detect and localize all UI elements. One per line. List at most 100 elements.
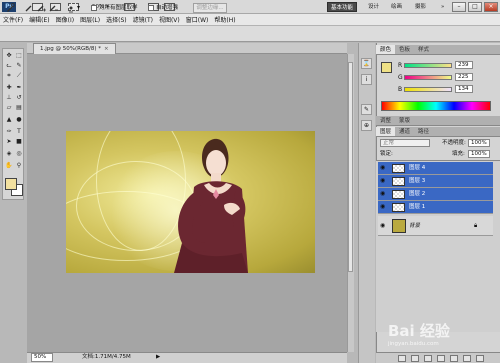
scrollbar-thumb[interactable] [348,62,353,272]
document-size-info: 文档:1.71M/4.75M [82,354,131,360]
menu-view[interactable]: 视图(V) [159,15,180,24]
layer-row[interactable]: ◉ 图层 1 [378,201,493,214]
blend-mode-select[interactable]: 正常 [380,139,430,147]
type-icon[interactable]: T [14,128,24,136]
blue-value-input[interactable]: 134 [455,85,473,93]
eraser-icon[interactable]: ▱ [4,104,14,112]
hand-icon[interactable]: ✋ [4,162,14,170]
3d-camera-icon[interactable]: ◎ [14,150,24,158]
subtract-from-selection-icon[interactable] [48,3,58,13]
fill-input[interactable]: 100% [468,150,490,158]
green-slider[interactable] [404,75,452,80]
history-brush-icon[interactable]: ↺ [14,94,24,102]
brush-icon[interactable]: ✒ [14,84,24,92]
layer-row[interactable]: ◉ 图层 2 [378,188,493,201]
status-bar [27,352,347,363]
move-icon[interactable]: ✥ [4,52,14,60]
layer-thumbnail [392,177,405,186]
status-menu-arrow-icon[interactable]: ▶ [156,353,160,362]
3d-icon[interactable]: ◈ [4,150,14,158]
stamp-icon[interactable]: ⊥ [4,94,14,102]
add-to-selection-icon[interactable] [36,3,46,13]
brush-size-icon[interactable] [66,3,76,13]
marquee-icon[interactable]: ⬚ [14,52,24,60]
zoom-input[interactable]: 50% [31,353,53,362]
blur-icon[interactable]: ▲ [4,116,14,124]
menu-bar: 文件(F) 编辑(E) 图像(I) 图层(L) 选择(S) 滤镜(T) 视图(V… [0,14,500,26]
baidu-watermark: Bai 经验 jingyan.baidu.com [388,320,498,358]
layer-name: 图层 1 [409,204,426,210]
healing-icon[interactable]: ✚ [4,84,14,92]
pen-icon[interactable]: ✑ [4,128,14,136]
options-bar [0,26,500,42]
close-tab-icon[interactable]: × [104,46,109,52]
color-spectrum-bar[interactable] [381,101,491,111]
brush-picker-caret-icon[interactable]: ▾ [77,3,87,13]
quick-select-icon[interactable]: ✎ [14,62,24,70]
eye-icon[interactable]: ◉ [380,191,387,197]
menu-image[interactable]: 图像(I) [56,15,74,24]
info-panel-icon[interactable]: i [361,74,372,85]
lock-label: 锁定: [380,151,393,157]
opacity-input[interactable]: 100% [468,139,490,147]
image-canvas[interactable] [66,131,315,273]
workspace-design-button[interactable]: 设计 [365,2,382,12]
new-selection-icon[interactable] [24,3,34,13]
opacity-label: 不透明度: [442,140,466,146]
tab-channels[interactable]: 通道 [395,127,414,136]
path-select-icon[interactable]: ➤ [4,138,14,146]
auto-enhance-label: 自动增强 [156,5,179,11]
tab-adjustments[interactable]: 调整 [376,116,395,125]
eyedropper-icon[interactable]: ⟋ [14,72,24,80]
menu-window[interactable]: 窗口(W) [186,15,209,24]
layer-name: 图层 4 [409,165,426,171]
zoom-icon[interactable]: ⚲ [14,162,24,170]
document-tab[interactable]: 1.jpg @ 50%(RGB/8) * × [33,43,116,54]
auto-enhance-checkbox[interactable] [148,5,154,11]
gradient-icon[interactable]: ▤ [14,104,24,112]
menu-edit[interactable]: 编辑(E) [29,15,49,24]
dodge-icon[interactable]: ● [14,116,24,124]
layer-row[interactable]: ◉ 图层 4 [378,162,493,175]
tab-paths[interactable]: 路径 [414,127,433,136]
lasso-icon[interactable]: ᓚ [4,62,14,70]
maximize-button[interactable]: □ [468,2,482,12]
menu-file[interactable]: 文件(F) [3,15,23,24]
eye-icon[interactable]: ◉ [380,204,387,210]
blue-slider[interactable] [404,87,452,92]
shape-icon[interactable]: ■ [14,138,24,146]
crop-icon[interactable]: ⌗ [4,72,14,80]
eye-icon[interactable]: ◉ [380,223,387,229]
foreground-color-swatch[interactable] [5,178,17,190]
sample-all-layers-checkbox[interactable] [91,5,97,11]
tab-swatches[interactable]: 色板 [395,45,414,54]
more-workspaces-button[interactable]: » [438,2,447,12]
tab-layers[interactable]: 图层 [376,127,396,136]
menu-select[interactable]: 选择(S) [106,15,127,24]
red-slider[interactable] [404,63,452,68]
green-value-input[interactable]: 225 [455,73,473,81]
workspace-essentials-button[interactable]: 基本功能 [327,2,358,12]
menu-filter[interactable]: 滤镜(T) [133,15,153,24]
clone-source-icon[interactable]: ⊕ [361,120,372,131]
red-value-input[interactable]: 239 [455,61,473,69]
history-panel-icon[interactable]: ⌛ [361,58,372,69]
tab-styles[interactable]: 样式 [414,45,433,54]
eye-icon[interactable]: ◉ [380,178,387,184]
workspace-painting-button[interactable]: 绘画 [388,2,405,12]
layer-thumbnail [392,219,406,233]
quick-select-tool-icon[interactable] [5,3,15,13]
tab-masks[interactable]: 蒙版 [395,116,414,125]
brush-panel-icon[interactable]: ✎ [361,104,372,115]
layer-row[interactable]: ◉ 图层 3 [378,175,493,188]
menu-layer[interactable]: 图层(L) [80,15,100,24]
refine-edge-button[interactable]: 调整边缘... [193,3,227,13]
eye-icon[interactable]: ◉ [380,165,387,171]
close-button[interactable]: × [484,2,498,12]
current-color-swatch[interactable] [381,62,392,73]
layer-thumbnail [392,164,405,173]
minimize-button[interactable]: – [452,2,466,12]
tab-color[interactable]: 颜色 [376,45,396,54]
workspace-photography-button[interactable]: 摄影 [412,2,429,12]
menu-help[interactable]: 帮助(H) [214,15,235,24]
